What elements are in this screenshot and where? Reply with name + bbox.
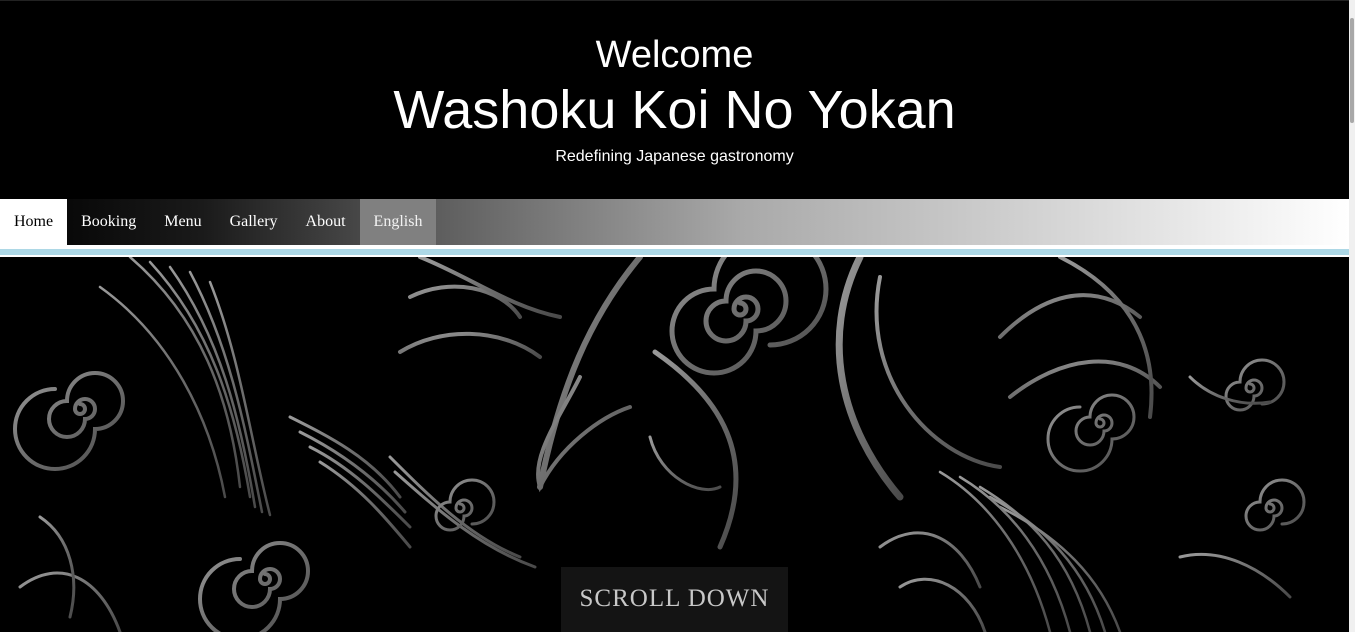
scrollbar-thumb[interactable] (1350, 18, 1354, 123)
site-title: Washoku Koi No Yokan (393, 80, 956, 140)
nav-home-link[interactable]: Home (0, 199, 68, 245)
page-scrollbar[interactable] (1349, 0, 1355, 632)
language-switch[interactable]: English (359, 199, 437, 245)
nav-booking-link[interactable]: Booking (67, 199, 150, 245)
nav-about-link[interactable]: About (292, 199, 360, 245)
nav-menu-link[interactable]: Menu (150, 199, 215, 245)
nav-gallery-link[interactable]: Gallery (216, 199, 292, 245)
welcome-heading: Welcome (595, 34, 754, 76)
site-header: Welcome Washoku Koi No Yokan Redefining … (0, 0, 1349, 199)
main-navigation: Home Booking Menu Gallery About English (0, 199, 1349, 245)
site-tagline: Redefining Japanese gastronomy (555, 148, 794, 165)
scroll-down-button[interactable]: SCROLL DOWN (561, 567, 788, 632)
